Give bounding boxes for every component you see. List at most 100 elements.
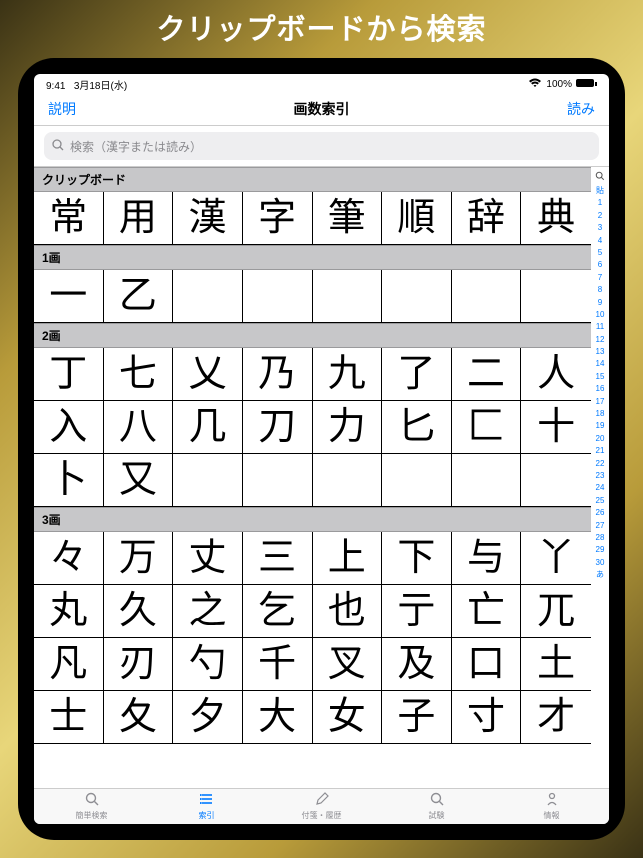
kanji-cell[interactable]: 匕 [382,401,452,454]
kanji-cell[interactable]: 子 [382,691,452,744]
kanji-cell[interactable]: 筆 [313,192,383,245]
kanji-cell[interactable]: 順 [382,192,452,245]
kanji-cell[interactable]: 上 [313,532,383,585]
index-rail[interactable]: 貼123456789101112131415161718192021222324… [591,167,609,788]
kanji-cell[interactable]: 乞 [243,585,313,638]
index-rail-item[interactable]: あ [596,570,604,580]
kanji-cell[interactable]: 也 [313,585,383,638]
index-rail-item[interactable]: 23 [596,471,605,481]
kanji-cell[interactable]: 久 [104,585,174,638]
index-rail-item[interactable]: 5 [598,248,602,258]
kanji-cell[interactable]: 八 [104,401,174,454]
kanji-cell[interactable]: 典 [521,192,591,245]
kanji-cell[interactable]: 刃 [104,638,174,691]
nav-left-button[interactable]: 説明 [48,99,76,119]
kanji-cell[interactable]: 女 [313,691,383,744]
kanji-cell[interactable]: 万 [104,532,174,585]
kanji-cell[interactable]: 匚 [452,401,522,454]
index-rail-item[interactable]: 27 [596,521,605,531]
kanji-cell[interactable]: 夂 [104,691,174,744]
kanji-cell[interactable]: 夕 [173,691,243,744]
kanji-cell[interactable]: 才 [521,691,591,744]
kanji-cell[interactable]: 字 [243,192,313,245]
kanji-cell[interactable]: 十 [521,401,591,454]
nav-right-button[interactable]: 読み [567,99,595,119]
kanji-cell[interactable]: 口 [452,638,522,691]
tab-1[interactable]: 索引 [149,789,264,824]
kanji-cell[interactable]: 漢 [173,192,243,245]
kanji-cell[interactable]: 人 [521,348,591,401]
kanji-cell[interactable]: 一 [34,270,104,323]
kanji-cell[interactable]: 卜 [34,454,104,507]
kanji-cell[interactable]: 入 [34,401,104,454]
kanji-cell[interactable]: 亍 [382,585,452,638]
kanji-cell[interactable]: 土 [521,638,591,691]
index-rail-item[interactable]: 14 [596,359,605,369]
index-rail-item[interactable]: 28 [596,533,605,543]
index-rail-item[interactable]: 9 [598,298,602,308]
index-rail-item[interactable]: 1 [598,198,602,208]
kanji-cell[interactable]: 刀 [243,401,313,454]
tab-2[interactable]: 付箋・履歴 [264,789,379,824]
kanji-cell[interactable]: 力 [313,401,383,454]
kanji-cell[interactable]: 九 [313,348,383,401]
index-rail-item[interactable]: 7 [598,273,602,283]
kanji-cell[interactable]: 乃 [243,348,313,401]
kanji-cell[interactable]: 乙 [104,270,174,323]
kanji-cell[interactable]: 兀 [521,585,591,638]
index-rail-item[interactable]: 21 [596,446,605,456]
kanji-cell[interactable]: 丫 [521,532,591,585]
kanji-cell[interactable]: 千 [243,638,313,691]
kanji-cell[interactable]: 亡 [452,585,522,638]
index-rail-item[interactable]: 17 [596,397,605,407]
index-rail-item[interactable]: 24 [596,483,605,493]
index-rail-item[interactable]: 4 [598,236,602,246]
kanji-cell[interactable]: 下 [382,532,452,585]
kanji-cell[interactable]: 辞 [452,192,522,245]
index-rail-item[interactable]: 25 [596,496,605,506]
index-rail-item[interactable]: 18 [596,409,605,419]
index-rail-item[interactable]: 3 [598,223,602,233]
index-rail-item[interactable]: 6 [598,260,602,270]
index-rail-item[interactable]: 13 [596,347,605,357]
kanji-cell[interactable]: 与 [452,532,522,585]
kanji-cell[interactable]: 之 [173,585,243,638]
kanji-cell[interactable]: 丸 [34,585,104,638]
kanji-list[interactable]: クリップボード常用漢字筆順辞典1画一乙2画丁七乂乃九了二人入八几刀力匕匚十卜又3… [34,167,591,788]
index-rail-item[interactable]: 貼 [596,186,604,196]
kanji-cell[interactable]: 丁 [34,348,104,401]
kanji-cell[interactable]: 三 [243,532,313,585]
tab-0[interactable]: 簡単検索 [34,789,149,824]
kanji-cell[interactable]: 乂 [173,348,243,401]
index-rail-item[interactable]: 30 [596,558,605,568]
kanji-cell[interactable]: 几 [173,401,243,454]
kanji-cell[interactable]: 叉 [313,638,383,691]
index-rail-item[interactable]: 16 [596,384,605,394]
tab-3[interactable]: 試験 [379,789,494,824]
kanji-cell[interactable]: 寸 [452,691,522,744]
kanji-cell[interactable]: 七 [104,348,174,401]
search-input[interactable]: 検索（漢字または読み） [44,132,599,160]
kanji-cell[interactable]: 用 [104,192,174,245]
index-rail-item[interactable]: 10 [596,310,605,320]
kanji-cell[interactable]: 大 [243,691,313,744]
kanji-cell[interactable]: 常 [34,192,104,245]
index-rail-item[interactable]: 11 [596,322,604,332]
kanji-cell[interactable]: 了 [382,348,452,401]
kanji-cell[interactable]: 及 [382,638,452,691]
index-rail-item[interactable]: 29 [596,545,605,555]
kanji-cell[interactable]: 凡 [34,638,104,691]
kanji-cell[interactable]: 二 [452,348,522,401]
index-rail-item[interactable]: 20 [596,434,605,444]
index-rail-item[interactable]: 8 [598,285,602,295]
index-rail-item[interactable]: 26 [596,508,605,518]
index-rail-item[interactable]: 19 [596,421,605,431]
kanji-cell[interactable]: 丈 [173,532,243,585]
kanji-cell[interactable]: 又 [104,454,174,507]
index-rail-item[interactable]: 22 [596,459,605,469]
kanji-cell[interactable]: 々 [34,532,104,585]
kanji-cell[interactable]: 士 [34,691,104,744]
index-rail-item[interactable]: 12 [596,335,605,345]
index-rail-item[interactable]: 15 [596,372,605,382]
tab-4[interactable]: 情報 [494,789,609,824]
